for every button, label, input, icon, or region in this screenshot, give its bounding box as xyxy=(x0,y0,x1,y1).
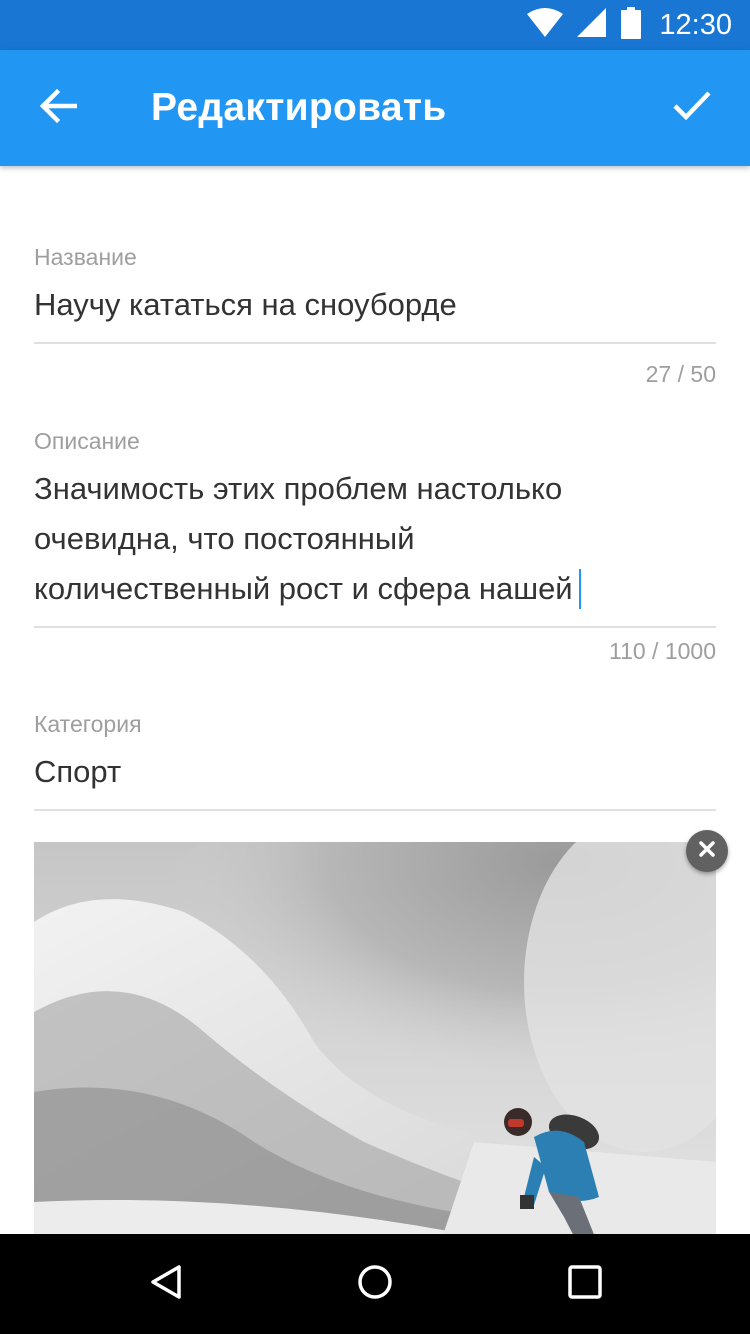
nav-back-button[interactable] xyxy=(134,1252,198,1316)
category-field[interactable]: Категория Спорт xyxy=(34,707,716,813)
home-button[interactable] xyxy=(343,1252,407,1316)
remove-photo-button[interactable] xyxy=(686,830,728,872)
page-title: Редактировать xyxy=(151,86,447,129)
description-counter: 110 / 1000 xyxy=(608,638,716,664)
description-line-text: количественный рост и сфера нашей xyxy=(34,571,573,606)
home-icon xyxy=(357,1264,393,1305)
close-icon xyxy=(698,840,716,863)
navigation-bar xyxy=(0,1234,750,1334)
recents-icon xyxy=(567,1264,603,1305)
name-underline xyxy=(34,342,716,344)
description-label: Описание xyxy=(34,428,140,454)
status-time: 12:30 xyxy=(659,9,732,41)
save-button[interactable] xyxy=(656,72,728,144)
signal-icon xyxy=(577,7,607,43)
wifi-icon xyxy=(527,7,564,43)
app-bar: Редактировать xyxy=(0,50,750,166)
name-field[interactable]: Название Научу кататься на сноуборде 27 … xyxy=(34,240,716,390)
check-icon xyxy=(672,90,712,127)
description-line: Значимость этих проблем настолько xyxy=(34,471,563,506)
text-cursor xyxy=(578,568,581,609)
description-line: количественный рост и сфера нашей xyxy=(34,564,716,614)
description-underline xyxy=(34,626,716,628)
description-field[interactable]: Описание Значимость этих проблем настоль… xyxy=(34,424,716,674)
category-select[interactable]: Спорт xyxy=(34,752,716,792)
name-counter: 27 / 50 xyxy=(645,361,716,387)
name-label: Название xyxy=(34,244,137,270)
snowboard-photo xyxy=(34,842,716,1262)
description-input[interactable]: Значимость этих проблем настолько очевид… xyxy=(34,464,716,614)
status-icons: 12:30 xyxy=(527,0,732,50)
status-bar: 12:30 xyxy=(0,0,750,50)
category-underline xyxy=(34,809,716,811)
arrow-back-icon xyxy=(39,87,78,130)
name-input[interactable]: Научу кататься на сноуборде xyxy=(34,285,716,325)
category-label: Категория xyxy=(34,711,142,737)
recents-button[interactable] xyxy=(553,1252,617,1316)
battery-icon xyxy=(621,6,642,44)
back-button[interactable] xyxy=(22,72,94,144)
nav-back-icon xyxy=(149,1264,183,1305)
description-line: очевидна, что постоянный xyxy=(34,521,415,556)
